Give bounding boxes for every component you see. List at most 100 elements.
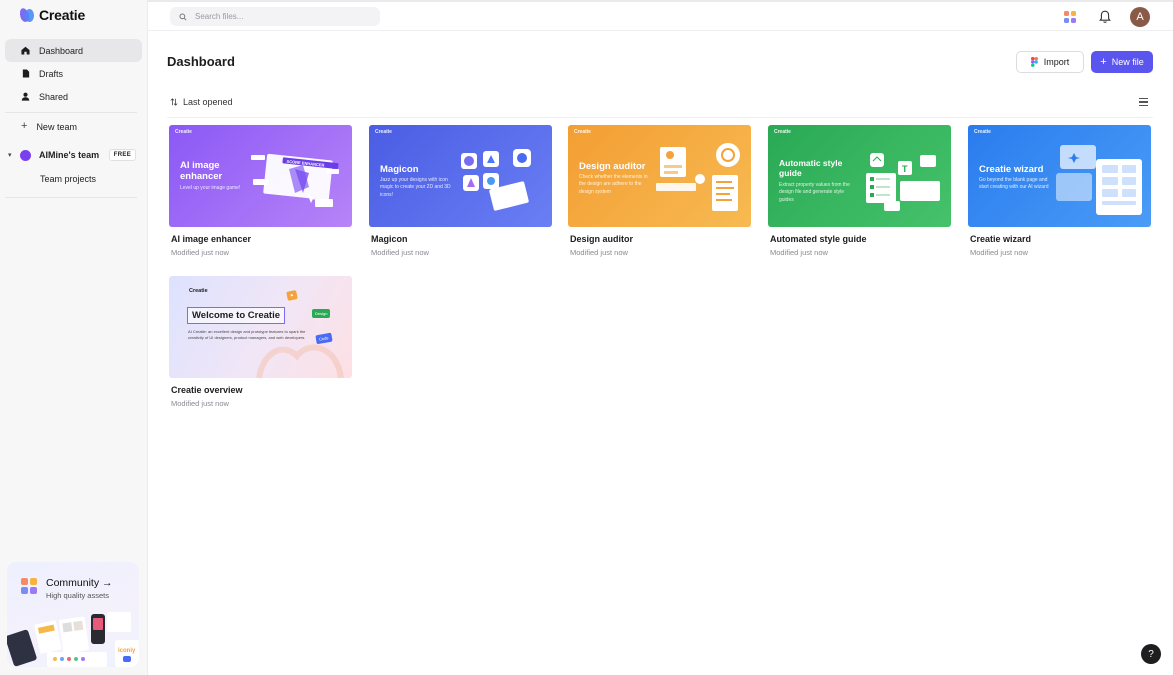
- thumb-title: Welcome to Creatie: [187, 307, 285, 324]
- image-enhancer-illustration: SCORE ENHANCER: [251, 153, 339, 207]
- thumb-title: AI image enhancer: [180, 160, 223, 183]
- sort-label: Last opened: [183, 97, 233, 107]
- home-icon: [21, 46, 30, 55]
- file-modified: Modified just now: [570, 248, 628, 257]
- community-icon: [21, 578, 38, 595]
- apps-icon[interactable]: [1064, 11, 1076, 23]
- thumb-brand: Creatie: [189, 288, 208, 294]
- thumb-title: Magicon: [380, 164, 419, 175]
- team-avatar: [20, 149, 31, 161]
- file-modified: Modified just now: [171, 248, 229, 257]
- thumb-description: Jazz up your designs with icon magic to …: [380, 177, 451, 198]
- team-item[interactable]: ▾ AIMine's team FREE: [8, 149, 136, 161]
- file-card[interactable]: Creatie Magicon Jazz up your designs wit…: [369, 125, 552, 257]
- sidebar-item-dashboard[interactable]: Dashboard: [5, 39, 142, 62]
- new-file-label: New file: [1111, 57, 1144, 67]
- magicon-illustration: [461, 149, 531, 211]
- new-team-button[interactable]: + New team: [21, 121, 77, 132]
- sort-dropdown[interactable]: Last opened: [170, 97, 233, 107]
- file-card[interactable]: Creatie Design auditor Check whether the…: [568, 125, 751, 257]
- iconiy-logo: iconiy: [118, 648, 136, 654]
- chevron-down-icon: ▾: [8, 152, 12, 159]
- file-thumbnail: Creatie AI image enhancer Level up your …: [169, 125, 352, 227]
- import-button[interactable]: Import: [1016, 51, 1084, 73]
- wizard-illustration: [1056, 145, 1142, 215]
- thumb-title: Creatie wizard: [979, 164, 1044, 175]
- team-name: AIMine's team: [39, 150, 100, 160]
- search-input[interactable]: Search files...: [170, 7, 380, 26]
- file-modified: Modified just now: [371, 248, 429, 257]
- new-file-button[interactable]: + New file: [1091, 51, 1153, 73]
- file-name: AI image enhancer: [171, 234, 252, 244]
- sidebar: Creatie Dashboard Drafts Shared + New te…: [0, 0, 148, 675]
- file-name: Creatie wizard: [970, 234, 1032, 244]
- new-team-label: New team: [36, 121, 77, 132]
- svg-text:T: T: [902, 164, 908, 174]
- team-projects-link[interactable]: Team projects: [40, 174, 96, 184]
- overview-tag: Design: [312, 309, 331, 318]
- plan-badge: FREE: [108, 149, 136, 161]
- overview-decoration: [256, 344, 344, 378]
- plus-icon: +: [21, 120, 28, 132]
- list-view-icon[interactable]: [1139, 98, 1148, 106]
- bell-icon[interactable]: [1099, 10, 1111, 24]
- sidebar-item-label: Dashboard: [39, 45, 84, 56]
- avatar[interactable]: A: [1130, 7, 1150, 27]
- app-logo[interactable]: Creatie: [18, 6, 85, 24]
- community-title: Community →: [46, 577, 113, 589]
- help-button[interactable]: ?: [1141, 644, 1161, 664]
- community-assets-collage: iconiy: [7, 612, 139, 667]
- file-name: Magicon: [371, 234, 408, 244]
- thumb-description: Check whether the elements in the design…: [579, 174, 648, 195]
- sidebar-divider: [5, 197, 137, 198]
- top-bar: Search files... A: [148, 0, 1173, 31]
- style-guide-illustration: T: [866, 153, 940, 211]
- page-title: Dashboard: [167, 54, 235, 69]
- sidebar-divider: [5, 112, 137, 113]
- sidebar-item-label: Drafts: [39, 68, 64, 79]
- file-thumbnail: Creatie Automatic style guide Extract pr…: [768, 125, 951, 227]
- file-name: Automated style guide: [770, 234, 867, 244]
- thumb-description: Go beyond the blank page and start creat…: [979, 177, 1049, 191]
- thumb-brand: Creatie: [375, 129, 392, 135]
- design-auditor-illustration: [656, 143, 740, 211]
- file-modified: Modified just now: [171, 399, 229, 408]
- file-card[interactable]: Creatie Automatic style guide Extract pr…: [768, 125, 951, 257]
- file-name: Design auditor: [570, 234, 634, 244]
- thumb-brand: Creatie: [175, 129, 192, 135]
- sidebar-item-shared[interactable]: Shared: [5, 85, 142, 108]
- file-card[interactable]: Creatie AI image enhancer Level up your …: [169, 125, 352, 257]
- file-thumbnail: Creatie Design auditor Check whether the…: [568, 125, 751, 227]
- thumb-title: Design auditor: [579, 161, 646, 172]
- thumb-brand: Creatie: [974, 129, 991, 135]
- file-thumbnail: Creatie Magicon Jazz up your designs wit…: [369, 125, 552, 227]
- header-divider: [167, 117, 1153, 118]
- file-thumbnail: Creatie Creatie wizard Go beyond the bla…: [968, 125, 1151, 227]
- thumb-description: Extract property values from the design …: [779, 182, 850, 203]
- thumb-title: Automatic style guide: [779, 158, 843, 179]
- plus-icon: +: [1100, 55, 1107, 68]
- thumb-brand: Creatie: [774, 129, 791, 135]
- sort-icon: [170, 98, 178, 106]
- community-card[interactable]: Community → High quality assets iconiy: [7, 562, 139, 667]
- overview-tag-icon: ⚑: [286, 290, 298, 301]
- file-name: Creatie overview: [171, 385, 243, 395]
- thumb-description: Level up your image game!: [180, 185, 241, 191]
- creatie-logo-icon: [18, 6, 34, 24]
- sidebar-item-drafts[interactable]: Drafts: [5, 62, 142, 85]
- file-modified: Modified just now: [970, 248, 1028, 257]
- search-placeholder: Search files...: [195, 12, 244, 21]
- file-modified: Modified just now: [770, 248, 828, 257]
- sidebar-nav: Dashboard Drafts Shared: [5, 39, 142, 108]
- user-icon: [21, 92, 30, 101]
- sidebar-item-label: Shared: [39, 91, 69, 102]
- figma-icon: [1030, 57, 1038, 67]
- file-card[interactable]: Creatie Welcome to Creatie AI Creatie: a…: [169, 276, 352, 408]
- import-label: Import: [1043, 57, 1070, 67]
- thumb-brand: Creatie: [574, 129, 591, 135]
- file-icon: [21, 69, 30, 78]
- file-thumbnail: Creatie Welcome to Creatie AI Creatie: a…: [169, 276, 352, 378]
- community-subtitle: High quality assets: [46, 591, 109, 600]
- file-card[interactable]: Creatie Creatie wizard Go beyond the bla…: [968, 125, 1151, 257]
- search-icon: [179, 12, 187, 21]
